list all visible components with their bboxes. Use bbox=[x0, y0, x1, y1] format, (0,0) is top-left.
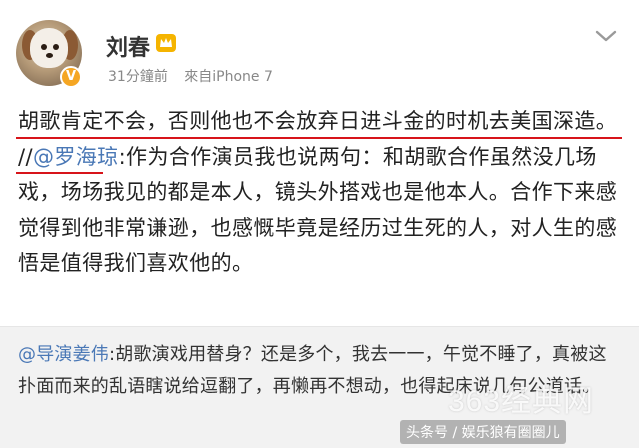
post-separator: // bbox=[18, 144, 33, 169]
watermark: 363经典网 bbox=[448, 385, 595, 418]
avatar-dog-eye bbox=[41, 44, 47, 50]
author-name[interactable]: 刘春 bbox=[106, 30, 150, 62]
mention-link[interactable]: @罗海琼 bbox=[33, 145, 119, 169]
avatar-dog-eye bbox=[53, 44, 59, 50]
avatar-dog-nose bbox=[46, 53, 53, 58]
red-underline bbox=[16, 172, 103, 174]
post-body: 胡歌肯定不会，否则他也不会放弃日进斗金的时机去美国深造。 //@罗海琼:作为合作… bbox=[18, 104, 628, 282]
crown-icon bbox=[156, 34, 176, 52]
repost-mention-link[interactable]: @导演姜伟 bbox=[18, 344, 109, 365]
post-device[interactable]: 來自iPhone 7 bbox=[184, 69, 273, 85]
chevron-down-icon[interactable] bbox=[593, 26, 619, 46]
red-underline bbox=[16, 137, 622, 139]
weibo-post: V 刘春 31分鐘前 來自iPhone 7 胡歌肯定不会，否则他也不会放弃日进斗… bbox=[0, 0, 639, 326]
verified-badge-icon: V bbox=[60, 66, 82, 88]
post-highlight-text: 胡歌肯定不会，否则他也不会放弃日进斗金的时机去美国深造。 bbox=[18, 109, 618, 133]
post-meta: 31分鐘前 來自iPhone 7 bbox=[108, 66, 285, 86]
avatar-dog-face bbox=[30, 28, 68, 68]
source-label: 头条号 / 娱乐狼有圈圈儿 bbox=[400, 420, 566, 444]
post-time: 31分鐘前 bbox=[108, 69, 168, 85]
